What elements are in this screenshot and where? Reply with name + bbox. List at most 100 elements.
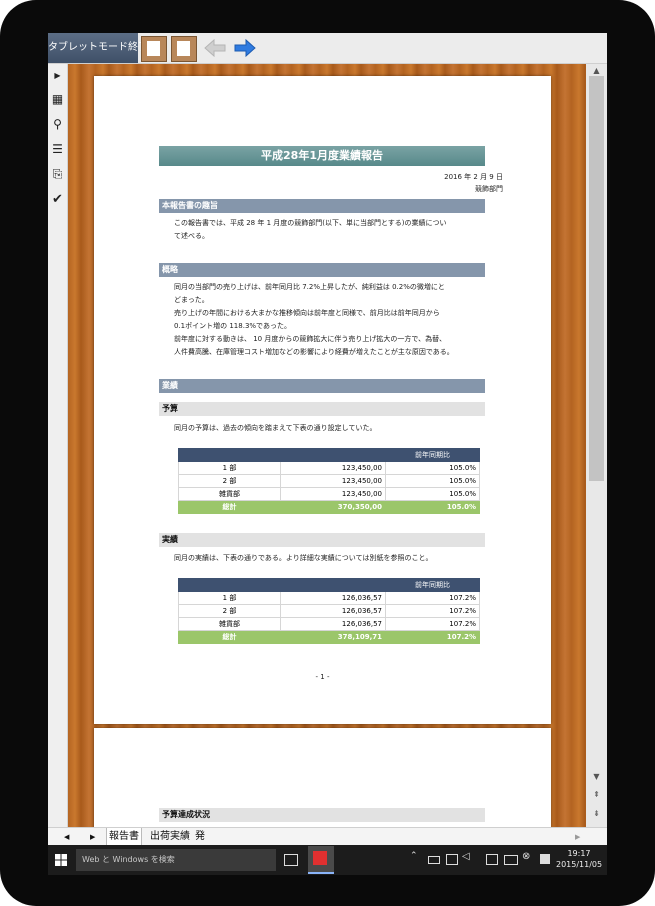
section-purpose-heading: 本報告書の趣旨 — [159, 199, 485, 213]
table-cell: 370,350,00 — [280, 500, 386, 514]
text-line: 0.1ポイント増の 118.3%であった。 — [174, 322, 291, 330]
report-title: 平成28年1月度業績報告 — [159, 146, 485, 166]
app-window: タブレットモード終了 ▶ ▦ ⚲ ☰ ⎘ ✔ 平成28年1月度業績報告 2016… — [48, 33, 607, 875]
budget-table: 前年同期比 1 部 123,450,00 105.0% 2 部 123,450,… — [178, 448, 480, 514]
page-export-icon[interactable]: ⎘ — [50, 167, 65, 182]
table-header-cell: 前年同期比 — [385, 578, 480, 592]
section-summary-heading: 概略 — [159, 263, 485, 277]
new-page-icon[interactable] — [171, 36, 197, 62]
text-line: この報告書では、平成 28 年 1 月度の競飾部門(以下、単に当部門とする)の業… — [174, 219, 447, 227]
table-cell: 107.2% — [385, 630, 480, 644]
section-summary-text: 同月の当部門の売り上げは、前年同月比 7.2%上昇したが、純利益は 0.2%の微… — [174, 281, 474, 359]
table-cell: 126,036,57 — [280, 617, 386, 631]
text-line: て述べる。 — [174, 232, 209, 240]
actual-text: 同月の実績は、下表の通りである。より詳細な実績については別紙を参照のこと。 — [174, 554, 433, 562]
keyboard-icon[interactable] — [504, 855, 518, 865]
table-row: 2 部 126,036,57 107.2% — [178, 604, 480, 618]
table-row: 2 部 123,450,00 105.0% — [178, 474, 480, 488]
taskbar: Web と Windows を検索 ⌃ ◁ ⊗ 19:17 2015/11/05 — [48, 845, 607, 875]
app-icon — [313, 851, 327, 865]
expand-arrow-icon[interactable]: ▶ — [50, 68, 65, 83]
table-cell: 雑貨部 — [178, 487, 281, 501]
sheet-tab-bar: ◀ ▶ 報告書 出荷実績 発 ▶ — [48, 827, 607, 847]
taskbar-app-button[interactable] — [308, 846, 334, 874]
table-row: 1 部 126,036,57 107.2% — [178, 591, 480, 605]
toolbar: タブレットモード終了 — [48, 33, 607, 64]
network-icon[interactable] — [446, 854, 458, 865]
table-cell: 105.0% — [385, 500, 480, 514]
page-down-icon[interactable]: ⇟ — [586, 807, 607, 821]
table-cell: 総計 — [178, 500, 281, 514]
tab-label: 報告書 — [109, 831, 139, 842]
thumbnail-grid-icon[interactable]: ▦ — [50, 92, 65, 107]
page-number: - 1 - — [315, 673, 330, 681]
clock-date: 2015/11/05 — [556, 860, 603, 869]
table-cell: 378,109,71 — [280, 630, 386, 644]
budget-text: 同月の予算は、過去の傾向を踏まえて下表の通り設定していた。 — [174, 424, 377, 432]
table-cell: 105.0% — [385, 461, 480, 475]
volume-icon[interactable]: ◁ — [462, 851, 470, 862]
search-icon[interactable]: ⚲ — [50, 117, 65, 132]
report-date: 2016 年 2 月 9 日 — [444, 173, 503, 181]
table-header-cell — [178, 448, 281, 462]
scroll-down-icon[interactable]: ▼ — [586, 770, 607, 784]
tablet-mode-exit-label: タブレットモード終了 — [48, 42, 148, 53]
table-cell: 2 部 — [178, 604, 281, 618]
forward-arrow-icon[interactable] — [233, 36, 257, 60]
left-toolbar: ▶ ▦ ⚲ ☰ ⎘ ✔ — [48, 64, 68, 827]
tray-chevron-icon[interactable]: ⌃ — [410, 851, 418, 861]
list-icon[interactable]: ☰ — [50, 142, 65, 157]
table-header-cell — [178, 578, 281, 592]
budget-heading: 予算 — [159, 402, 485, 416]
text-line: 売り上げの年間における大まかな推移傾向は前年度と同様で、前月比は前年同月から — [174, 309, 440, 317]
table-header-row: 前年同期比 — [178, 578, 480, 592]
table-cell: 雑貨部 — [178, 617, 281, 631]
report-department: 競飾部門 — [475, 185, 503, 193]
check-icon[interactable]: ✔ — [50, 192, 65, 207]
text-line: どまった。 — [174, 296, 209, 304]
actual-heading: 実績 — [159, 533, 485, 547]
taskbar-clock[interactable]: 19:17 2015/11/05 — [556, 848, 602, 870]
actual-table: 前年同期比 1 部 126,036,57 107.2% 2 部 126,036,… — [178, 578, 480, 644]
report-page-2: 予算達成状況 — [94, 728, 551, 827]
table-cell: 107.2% — [385, 617, 480, 631]
vertical-scrollbar[interactable]: ▲ ▼ ⇞ ⇟ — [586, 64, 607, 827]
hscroll-right-icon[interactable]: ▶ — [573, 828, 582, 846]
table-cell: 126,036,57 — [280, 591, 386, 605]
battery-icon[interactable] — [428, 856, 440, 864]
table-cell: 107.2% — [385, 591, 480, 605]
clock-time: 19:17 — [567, 849, 591, 858]
table-cell: 1 部 — [178, 591, 281, 605]
document-icon[interactable] — [141, 36, 167, 62]
text-line: 同月の当部門の売り上げは、前年同月比 7.2%上昇したが、純利益は 0.2%の微… — [174, 283, 445, 291]
close-circle-icon[interactable]: ⊗ — [522, 851, 530, 862]
search-placeholder: Web と Windows を検索 — [82, 855, 175, 864]
table-cell: 1 部 — [178, 461, 281, 475]
text-line: 前年度に対する動きは、 10 月度からの競飾拡大に伴う売り上げ拡大の一方で、為替… — [174, 335, 447, 343]
windows-start-icon[interactable] — [55, 854, 67, 866]
table-cell: 2 部 — [178, 474, 281, 488]
table-header-cell — [280, 578, 386, 592]
table-cell: 123,450,00 — [280, 487, 386, 501]
table-cell: 総計 — [178, 630, 281, 644]
scrollbar-thumb[interactable] — [589, 76, 604, 481]
tab-scroll-left-icon[interactable]: ◀ — [62, 828, 71, 846]
taskbar-search-box[interactable]: Web と Windows を検索 — [76, 849, 276, 871]
notifications-icon[interactable] — [486, 854, 498, 865]
table-cell: 105.0% — [385, 487, 480, 501]
tab-scroll-right-icon[interactable]: ▶ — [88, 828, 97, 846]
tab-label: 発 — [195, 831, 205, 842]
table-cell: 107.2% — [385, 604, 480, 618]
task-view-icon[interactable] — [284, 854, 298, 866]
table-cell: 123,450,00 — [280, 461, 386, 475]
section-purpose-text: この報告書では、平成 28 年 1 月度の競飾部門(以下、単に当部門とする)の業… — [174, 217, 474, 243]
back-arrow-icon[interactable] — [203, 36, 227, 60]
tab-shipping-results[interactable]: 出荷実績 — [148, 828, 192, 846]
table-cell: 123,450,00 — [280, 474, 386, 488]
table-total-row: 総計 370,350,00 105.0% — [178, 500, 480, 514]
tablet-mode-exit-button[interactable]: タブレットモード終了 — [48, 33, 148, 63]
tab-partial[interactable]: 発 — [193, 828, 207, 846]
ime-icon[interactable] — [540, 854, 550, 864]
table-row: 雑貨部 126,036,57 107.2% — [178, 617, 480, 631]
page-up-icon[interactable]: ⇞ — [586, 788, 607, 802]
